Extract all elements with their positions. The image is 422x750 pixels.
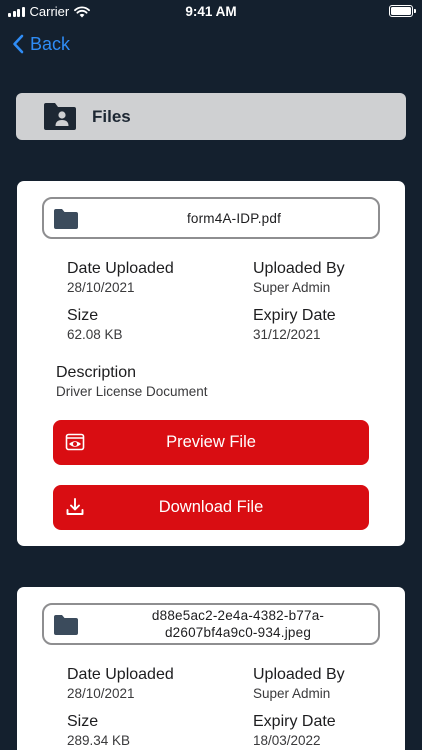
size-value: 289.34 KB [67, 733, 131, 748]
status-time: 9:41 AM [185, 4, 237, 19]
download-file-button[interactable]: Download File [53, 485, 369, 530]
back-button[interactable]: Back [12, 30, 70, 58]
folder-icon [54, 615, 78, 635]
battery-icon [389, 5, 416, 17]
size-field: Size 62.08 KB [67, 306, 123, 344]
size-label: Size [67, 713, 99, 730]
date-uploaded-field: Date Uploaded 28/10/2021 [67, 665, 174, 703]
size-field: Size 289.34 KB [67, 712, 130, 750]
size-label: Size [67, 307, 99, 324]
size-value: 62.08 KB [67, 327, 123, 342]
files-header: Files [16, 93, 406, 140]
back-label: Back [30, 33, 71, 54]
screen: Carrier 9:41 AM Back Files form4A-IDP.pd… [0, 0, 422, 750]
description-value: Driver License Document [56, 384, 208, 399]
download-file-label: Download File [158, 498, 264, 516]
date-uploaded-value: 28/10/2021 [67, 686, 135, 701]
chevron-left-icon [13, 34, 24, 54]
file-card: form4A-IDP.pdf Date Uploaded 28/10/2021 … [17, 181, 405, 546]
expiry-date-label: Expiry Date [253, 307, 336, 324]
uploaded-by-label: Uploaded By [253, 666, 345, 683]
uploaded-by-value: Super Admin [253, 280, 331, 295]
file-name: form4A-IDP.pdf [186, 210, 282, 226]
description-field: Description Driver License Document [56, 363, 208, 401]
date-uploaded-label: Date Uploaded [67, 666, 174, 683]
preview-file-label: Preview File [166, 433, 256, 451]
page-title: Files [92, 107, 131, 126]
uploaded-by-label: Uploaded By [253, 260, 345, 277]
file-card: d88e5ac2-2e4a-4382-b77a-d2607bf4a9c0-934… [17, 587, 405, 750]
folder-user-icon [44, 103, 76, 130]
file-name: d88e5ac2-2e4a-4382-b77a-d2607bf4a9c0-934… [151, 608, 325, 640]
expiry-date-field: Expiry Date 18/03/2022 [253, 712, 336, 750]
uploaded-by-value: Super Admin [253, 686, 331, 701]
date-uploaded-value: 28/10/2021 [67, 280, 135, 295]
expiry-date-value: 18/03/2022 [253, 733, 321, 748]
uploaded-by-field: Uploaded By Super Admin [253, 259, 345, 297]
expiry-date-field: Expiry Date 31/12/2021 [253, 306, 336, 344]
file-name-box: d88e5ac2-2e4a-4382-b77a-d2607bf4a9c0-934… [42, 603, 380, 645]
file-name-box: form4A-IDP.pdf [42, 197, 380, 239]
expiry-date-label: Expiry Date [253, 713, 336, 730]
uploaded-by-field: Uploaded By Super Admin [253, 665, 345, 703]
description-label: Description [56, 364, 137, 381]
date-uploaded-field: Date Uploaded 28/10/2021 [67, 259, 174, 297]
date-uploaded-label: Date Uploaded [67, 260, 174, 277]
status-bar: Carrier 9:41 AM [0, 0, 422, 24]
preview-file-button[interactable]: Preview File [53, 420, 369, 465]
folder-icon [54, 209, 78, 229]
expiry-date-value: 31/12/2021 [253, 327, 321, 342]
